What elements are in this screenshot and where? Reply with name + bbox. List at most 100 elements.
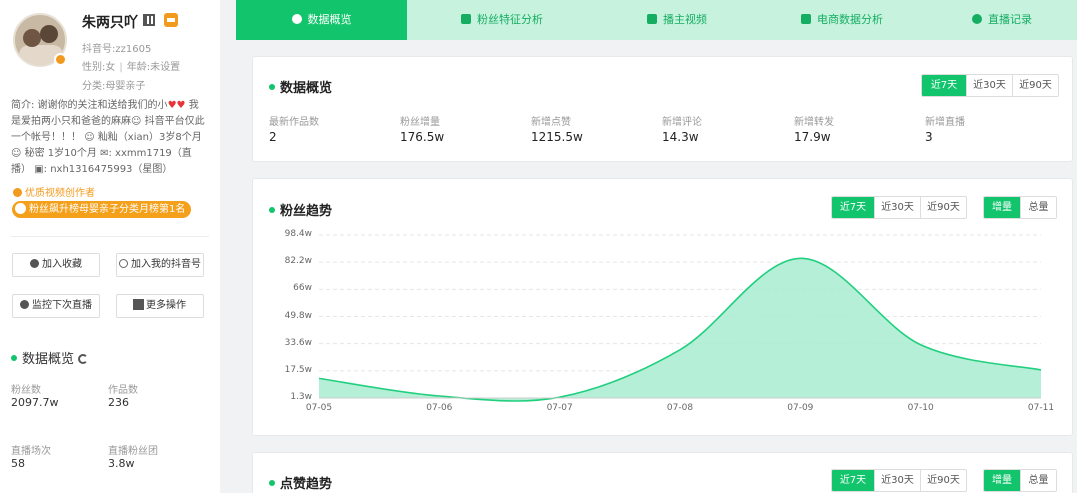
account-id: 抖音号:zz1605	[82, 44, 152, 55]
bio-line: 简介: 谢谢你的关注和送给我们的小	[11, 100, 168, 111]
tab-label: 电商数据分析	[817, 13, 883, 26]
id-card-icon	[461, 14, 471, 24]
data-point[interactable]	[919, 343, 923, 347]
side-overview-title: 数据概览	[11, 348, 89, 367]
heart-icon: ♥♥	[167, 100, 186, 111]
collect-label: 加入收藏	[42, 259, 82, 270]
check-icon	[13, 188, 22, 197]
refresh-icon[interactable]	[78, 354, 89, 364]
quality-creator-label: 优质视频创作者	[25, 188, 95, 199]
fan-group-label: 直播粉丝团	[108, 446, 158, 457]
more-label: 更多操作	[146, 300, 186, 311]
data-point[interactable]	[678, 348, 682, 352]
tab-ecommerce[interactable]: 电商数据分析	[757, 0, 927, 40]
main-tabs: 数据概览 粉丝特征分析 播主视频 电商数据分析 直播记录	[236, 0, 1077, 40]
works-label: 作品数	[108, 385, 138, 396]
fans-area	[319, 258, 1041, 401]
tab-label: 直播记录	[988, 13, 1032, 26]
profile-sidebar: 朱两只吖 抖音号:zz1605 性别:女 | 年龄:未设置 分类:母婴亲子 简介: …	[0, 0, 220, 493]
likes-trend-title: 点赞趋势	[269, 473, 332, 492]
green-dot-icon	[269, 84, 275, 90]
likes-trend-panel: 点赞趋势 近7天 近30天 近90天 增量 总量	[252, 452, 1073, 493]
bio: 简介: 谢谢你的关注和送给我们的小♥♥ 我是爱拍两小只和爸爸的麻麻☺ 抖音平台仅…	[11, 100, 205, 175]
plus-icon	[119, 259, 128, 268]
range-30d[interactable]: 近30天	[874, 470, 920, 491]
tab-label: 粉丝特征分析	[477, 13, 543, 26]
tab-live-records[interactable]: 直播记录	[927, 0, 1077, 40]
range-7d[interactable]: 近7天	[832, 470, 874, 491]
metric-label: 新增转发	[794, 117, 834, 128]
video-icon	[647, 14, 657, 24]
pie-icon	[291, 14, 302, 24]
tab-videos[interactable]: 播主视频	[597, 0, 757, 40]
data-point[interactable]	[798, 256, 802, 260]
bio-line: 籼籼（xian）3岁8个月	[97, 132, 202, 143]
quality-creator-tag: 优质视频创作者	[13, 184, 95, 199]
girl-icon: ☺	[11, 148, 22, 159]
likes-mode-selector: 增量 总量	[983, 469, 1057, 492]
data-point[interactable]	[1039, 368, 1043, 372]
bar-chart-icon	[801, 14, 811, 24]
add-mine-button[interactable]: 加入我的抖音号	[116, 253, 204, 277]
nickname: 朱两只吖	[82, 15, 138, 31]
face-icon: ☺	[131, 116, 142, 127]
tab-label: 播主视频	[663, 13, 707, 26]
eye-icon	[20, 300, 29, 309]
mode-total[interactable]: 总量	[1020, 470, 1056, 491]
range-90d[interactable]: 近90天	[920, 470, 966, 491]
fans-label: 粉丝数	[11, 385, 41, 396]
clock-icon	[972, 14, 982, 24]
add-mine-label: 加入我的抖音号	[131, 259, 201, 270]
overview-title-text: 数据概览	[280, 81, 333, 96]
monitor-label: 监控下次直播	[32, 300, 92, 311]
green-dot-icon	[269, 480, 275, 486]
age: 年龄:未设置	[126, 62, 181, 73]
app-root: 朱两只吖 抖音号:zz1605 性别:女 | 年龄:未设置 分类:母婴亲子 简介: …	[0, 0, 1077, 493]
metric-label: 新增直播	[925, 117, 965, 128]
data-point[interactable]	[437, 394, 441, 398]
tab-overview[interactable]: 数据概览	[236, 0, 407, 40]
range-90d[interactable]: 近90天	[1012, 75, 1058, 96]
range-30d[interactable]: 近30天	[966, 75, 1012, 96]
more-actions-button[interactable]: 更多操作	[116, 294, 204, 318]
metric-label: 最新作品数	[269, 117, 319, 128]
mail-icon: ✉	[100, 148, 109, 159]
girl-icon: ☺	[84, 132, 95, 143]
tv-icon: ▣	[34, 164, 44, 175]
rank-tag[interactable]: 粉丝飙升榜母婴亲子分类月榜第1名	[12, 201, 192, 218]
metric-value: 14.3w	[662, 130, 699, 144]
metric-value: 3	[925, 130, 933, 144]
metric-label: 粉丝增量	[400, 117, 440, 128]
metric-value: 176.5w	[400, 130, 445, 144]
likes-range-selector: 近7天 近30天 近90天	[831, 469, 967, 492]
tab-label: 数据概览	[307, 13, 352, 26]
card-icon[interactable]	[164, 13, 178, 27]
collect-button[interactable]: 加入收藏	[12, 253, 100, 277]
gender: 性别:女	[82, 62, 116, 73]
verified-icon	[54, 53, 67, 66]
collect-icon	[30, 259, 39, 268]
rank-label: 粉丝飙升榜母婴亲子分类月榜第1名	[29, 204, 186, 215]
bio-line: 秘密 1岁10个月	[24, 148, 97, 159]
category: 分类:母婴亲子	[82, 81, 146, 92]
works-value: 236	[108, 396, 129, 409]
data-point[interactable]	[317, 376, 321, 380]
live-count-label: 直播场次	[11, 446, 51, 457]
qrcode-icon[interactable]	[143, 14, 155, 26]
mode-increment[interactable]: 增量	[984, 470, 1020, 491]
range-7d[interactable]: 近7天	[922, 75, 966, 96]
grid-icon	[133, 299, 144, 310]
gender-age: 性别:女 | 年龄:未设置	[82, 62, 181, 73]
side-overview-title-text: 数据概览	[22, 352, 75, 367]
monitor-live-button[interactable]: 监控下次直播	[12, 294, 100, 318]
metric-label: 新增评论	[662, 117, 702, 128]
tab-fan-analysis[interactable]: 粉丝特征分析	[407, 0, 597, 40]
fans-trend-panel: 粉丝趋势 近7天 近30天 近90天 增量 总量 98.4w 82.2w 66w 49…	[252, 178, 1073, 436]
metric-value: 1215.5w	[531, 130, 583, 144]
divider	[11, 236, 209, 237]
metric-value: 17.9w	[794, 130, 831, 144]
likes-trend-title-text: 点赞趋势	[280, 477, 333, 492]
live-count-value: 58	[11, 457, 25, 470]
data-point[interactable]	[558, 395, 562, 399]
green-dot-icon	[11, 355, 17, 361]
